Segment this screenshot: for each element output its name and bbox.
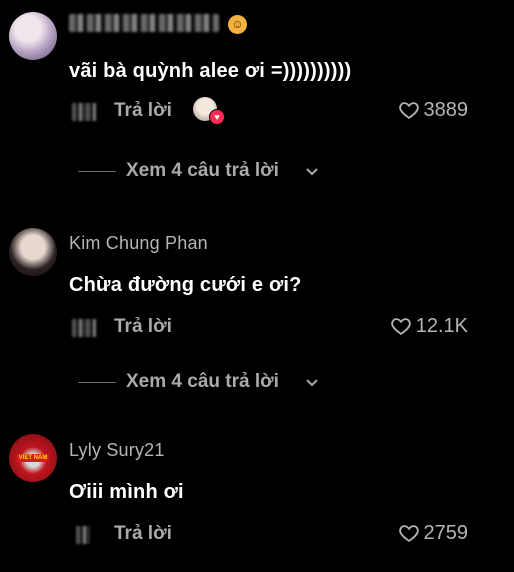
comment-text: Ơiii mình ơi	[69, 481, 184, 503]
username[interactable]: Lyly Sury21	[69, 440, 165, 461]
comment-date-blurred	[76, 526, 90, 544]
reply-button[interactable]: Trả lời	[114, 523, 172, 545]
avatar[interactable]: VIET NAM	[9, 434, 57, 482]
heart-icon	[398, 525, 419, 542]
avatar-badge: VIET NAM	[17, 454, 49, 462]
like-count: 2759	[423, 521, 469, 544]
comment-actions: Trả lời 2759	[0, 520, 514, 548]
like-button[interactable]: 2759	[398, 521, 469, 545]
comment-item: VIET NAM Lyly Sury21 Ơiii mình ơi Trả lờ…	[0, 0, 514, 572]
